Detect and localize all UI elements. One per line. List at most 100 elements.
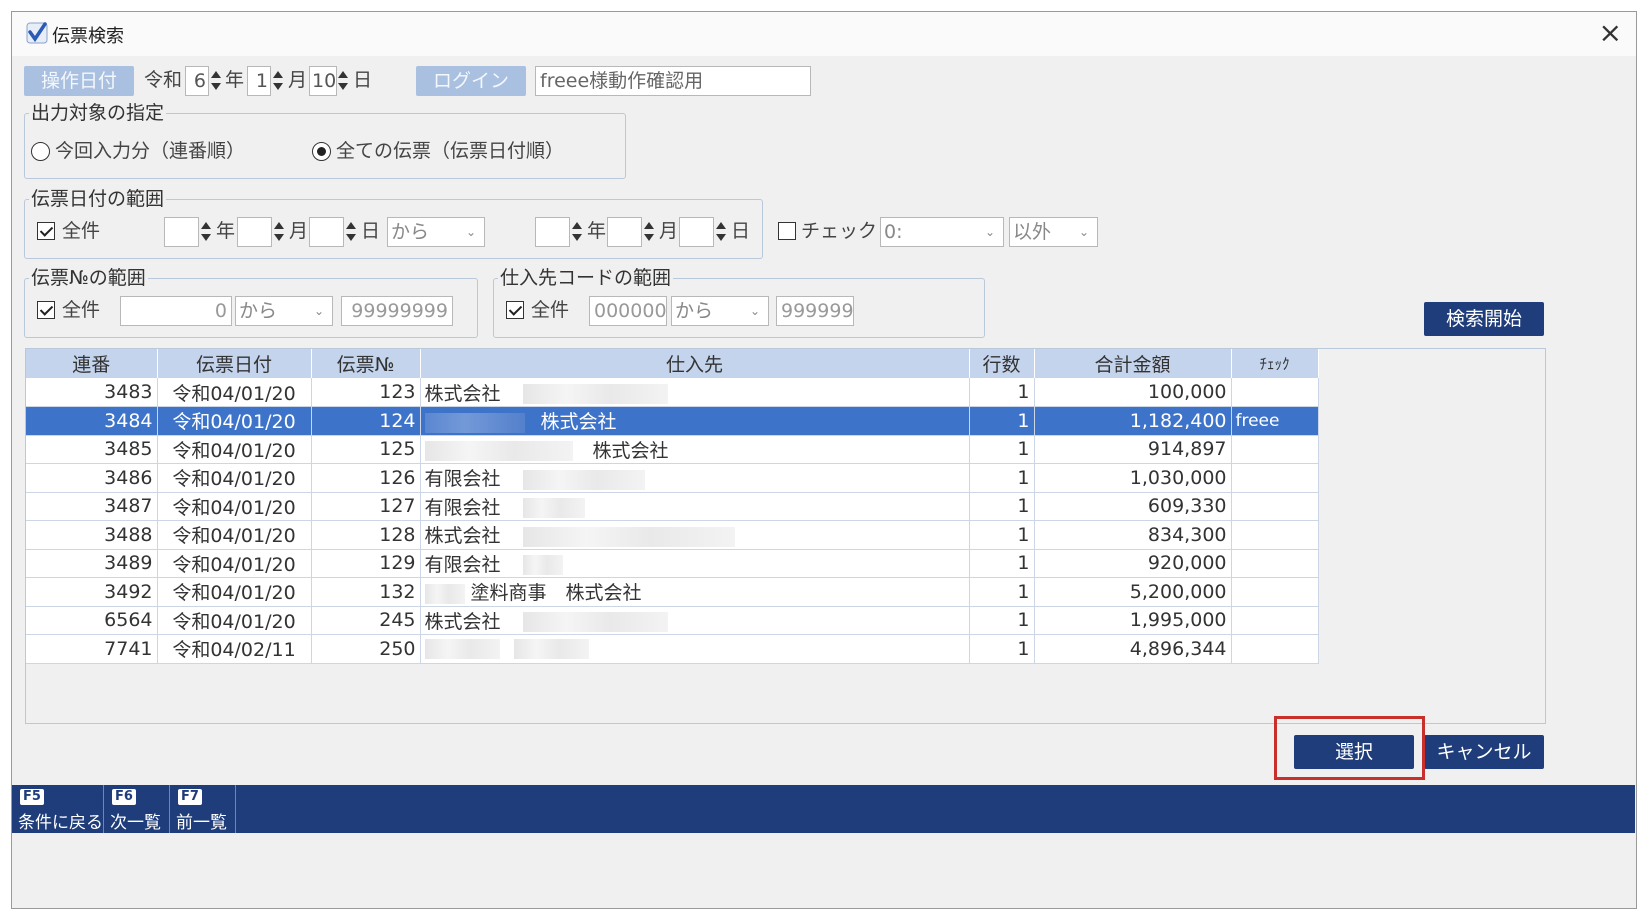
era-label: 令和 — [144, 69, 183, 91]
cell-seq: 3485 — [26, 435, 158, 464]
cell-lines: 1 — [969, 577, 1035, 607]
date-all-label: 全件 — [62, 220, 101, 242]
radio-all-slips[interactable] — [312, 142, 331, 161]
supplier-name: 株式会社 — [424, 610, 501, 633]
table-row[interactable]: 3485 令和04/01/20 125 株式会社 1 914,897 — [26, 435, 1319, 464]
cell-supplier: 株式会社 — [420, 406, 970, 436]
month-field[interactable]: 1 — [247, 66, 271, 96]
date-from-day-spinner[interactable] — [345, 217, 356, 247]
cell-slip-no: 125 — [311, 435, 421, 464]
except-dropdown[interactable]: 以外 ⌄ — [1009, 217, 1098, 247]
cell-total: 609,330 — [1034, 492, 1232, 521]
check-filter-checkbox[interactable] — [778, 222, 796, 240]
date-to-year-unit: 年 — [587, 220, 607, 242]
supplier-from-field[interactable]: 000000 — [589, 296, 667, 326]
slip-no-all-checkbox[interactable] — [37, 301, 55, 319]
f7-prev-list-button[interactable]: F7 前一覧 — [170, 785, 236, 833]
cell-date: 令和04/01/20 — [157, 492, 312, 521]
cell-supplier — [420, 634, 970, 664]
check-value-dropdown[interactable]: 0: ⌄ — [880, 217, 1004, 247]
year-field[interactable]: 6 — [185, 66, 209, 96]
cell-supplier: 有限会社 — [420, 492, 970, 521]
table-row[interactable]: 7741 令和04/02/11 250 1 4,896,344 — [26, 634, 1319, 664]
col-supplier[interactable]: 仕入先 — [420, 349, 970, 378]
cell-slip-no: 123 — [311, 378, 421, 407]
results-grid: 連番 伝票日付 伝票№ 仕入先 行数 合計金額 ﾁｪｯｸ 3483 令和04/0… — [25, 348, 1546, 724]
date-from-dropdown[interactable]: から ⌄ — [387, 217, 485, 247]
date-from-month[interactable] — [237, 217, 272, 247]
slip-no-to-field[interactable]: 99999999 — [341, 296, 453, 326]
table-row[interactable]: 3488 令和04/01/20 128 株式会社 1 834,300 — [26, 520, 1319, 550]
slip-no-from-dropdown[interactable]: から ⌄ — [235, 296, 333, 326]
date-from-dropdown-value: から — [391, 221, 430, 243]
table-row-selected[interactable]: 3484 令和04/01/20 124 株式会社 1 1,182,400 fre… — [26, 406, 1319, 436]
date-from-year-spinner[interactable] — [200, 217, 211, 247]
app-check-icon — [26, 22, 48, 44]
cell-supplier: 株式会社 — [420, 520, 970, 550]
radio-all-slips-label[interactable]: 全ての伝票（伝票日付順） — [336, 136, 564, 166]
cell-date: 令和04/01/20 — [157, 435, 312, 464]
col-seq[interactable]: 連番 — [26, 349, 158, 378]
day-field[interactable]: 10 — [309, 66, 337, 96]
date-to-month[interactable] — [607, 217, 642, 247]
table-row[interactable]: 3487 令和04/01/20 127 有限会社 1 609,330 — [26, 492, 1319, 521]
search-start-button[interactable]: 検索開始 — [1424, 302, 1544, 336]
results-table: 連番 伝票日付 伝票№ 仕入先 行数 合計金額 ﾁｪｯｸ 3483 令和04/0… — [26, 349, 1319, 664]
table-row[interactable]: 6564 令和04/01/20 245 株式会社 1 1,995,000 — [26, 606, 1319, 635]
cell-supplier: 有限会社 — [420, 549, 970, 578]
cell-seq: 3484 — [26, 406, 158, 436]
col-slip-no[interactable]: 伝票№ — [311, 349, 421, 378]
date-to-year-spinner[interactable] — [571, 217, 582, 247]
supplier-from-dropdown-value: から — [675, 300, 714, 322]
cell-lines: 1 — [969, 634, 1035, 664]
except-dropdown-value: 以外 — [1013, 221, 1052, 243]
supplier-to-field[interactable]: 999999 — [776, 296, 854, 326]
date-from-year[interactable] — [164, 217, 199, 247]
col-check[interactable]: ﾁｪｯｸ — [1231, 349, 1319, 378]
supplier-all-checkbox[interactable] — [506, 301, 524, 319]
login-field[interactable]: freee様動作確認用 — [535, 66, 811, 96]
col-total[interactable]: 合計金額 — [1034, 349, 1232, 378]
date-to-month-spinner[interactable] — [643, 217, 654, 247]
date-all-checkbox[interactable] — [37, 222, 55, 240]
supplier-name: 株式会社 — [540, 411, 617, 434]
f6-key-badge: F6 — [112, 789, 136, 805]
close-icon[interactable]: × — [1599, 16, 1622, 50]
supplier-from-dropdown[interactable]: から ⌄ — [671, 296, 769, 326]
date-range-legend: 伝票日付の範囲 — [29, 187, 167, 211]
cell-total: 914,897 — [1034, 435, 1232, 464]
table-header-row: 連番 伝票日付 伝票№ 仕入先 行数 合計金額 ﾁｪｯｸ — [26, 349, 1319, 378]
f6-next-list-button[interactable]: F6 次一覧 — [104, 785, 170, 833]
cell-supplier: 塗料商事 株式会社 — [420, 577, 970, 607]
month-spinner[interactable] — [272, 66, 283, 96]
cell-seq: 3487 — [26, 492, 158, 521]
chevron-down-icon: ⌄ — [465, 225, 476, 239]
f5-return-button[interactable]: F5 条件に戻る — [12, 785, 104, 833]
redacted-text — [522, 384, 668, 404]
radio-current-input[interactable] — [31, 142, 50, 161]
year-spinner[interactable] — [210, 66, 221, 96]
cell-check — [1231, 549, 1319, 578]
cell-slip-no: 124 — [311, 406, 421, 436]
supplier-name: 塗料商事 株式会社 — [470, 582, 642, 605]
day-spinner[interactable] — [337, 66, 348, 96]
col-date[interactable]: 伝票日付 — [157, 349, 312, 378]
cell-supplier: 株式会社 — [420, 378, 970, 407]
cell-slip-no: 132 — [311, 577, 421, 607]
col-lines[interactable]: 行数 — [969, 349, 1035, 378]
date-from-day[interactable] — [309, 217, 344, 247]
table-row[interactable]: 3483 令和04/01/20 123 株式会社 1 100,000 — [26, 378, 1319, 407]
cancel-button[interactable]: キャンセル — [1424, 735, 1544, 769]
date-to-year[interactable] — [535, 217, 570, 247]
date-from-month-spinner[interactable] — [273, 217, 284, 247]
table-row[interactable]: 3492 令和04/01/20 132 塗料商事 株式会社 1 5,200,00… — [26, 577, 1319, 607]
table-row[interactable]: 3489 令和04/01/20 129 有限会社 1 920,000 — [26, 549, 1319, 578]
slip-no-from-field[interactable]: 0 — [120, 296, 232, 326]
cell-seq: 3486 — [26, 463, 158, 493]
table-row[interactable]: 3486 令和04/01/20 126 有限会社 1 1,030,000 — [26, 463, 1319, 493]
radio-current-input-label[interactable]: 今回入力分（連番順） — [55, 136, 245, 166]
cell-check — [1231, 606, 1319, 635]
date-to-day[interactable] — [679, 217, 714, 247]
cell-slip-no: 126 — [311, 463, 421, 493]
date-to-day-spinner[interactable] — [715, 217, 726, 247]
